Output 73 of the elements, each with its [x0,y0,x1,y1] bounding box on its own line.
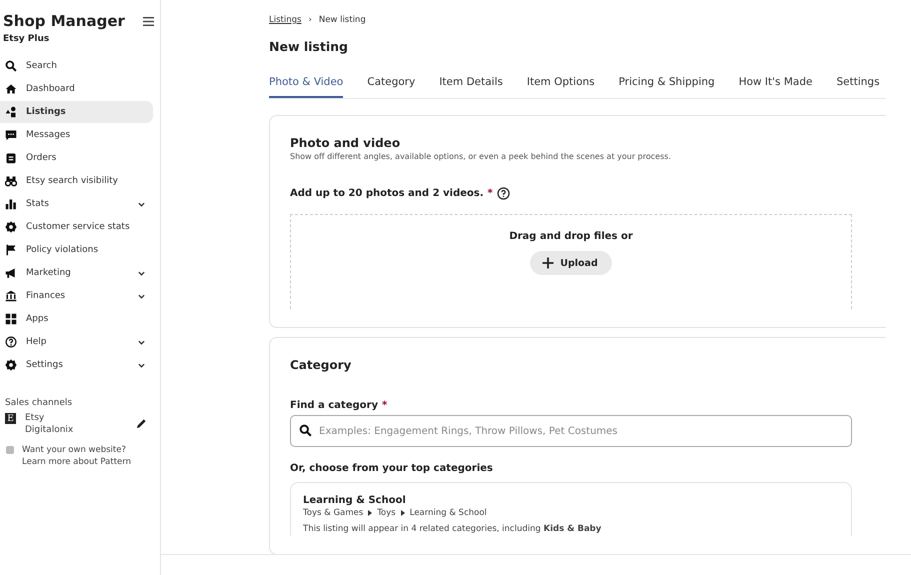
plus-icon [542,257,554,269]
sidebar-item[interactable]: Dashboard [0,78,153,100]
field-label: Or, choose from your top categories [290,463,493,474]
drop-zone-text: Drag and drop files or [509,231,633,242]
pattern-icon [6,446,14,454]
tab[interactable]: Category [367,76,416,98]
chat-icon [5,129,17,141]
sidebar-item[interactable]: Stats [0,193,153,215]
search-icon [5,60,17,72]
page-title: New listing [269,39,349,54]
sidebar-item[interactable]: Settings [0,354,153,376]
channel-logo: E [5,413,16,424]
help-icon [5,336,17,348]
app-title: Shop Manager [3,12,125,30]
suggestion-note: This listing will appear in 4 related categories, including Kids & Baby [303,524,602,534]
category-path-item: Learning & School [410,508,487,518]
category-search-field[interactable]: Examples: Engagement Rings, Throw Pillows, Pet Costumes [290,415,852,447]
sidebar-item[interactable]: Orders [0,147,153,169]
breadcrumb-current: New listing [318,15,366,25]
sidebar-item[interactable]: Search [0,55,153,77]
tab[interactable]: Pricing & Shipping [618,76,715,98]
sidebar-item[interactable]: Customer service stats [0,216,153,238]
required-mark: * [382,400,388,411]
sidebar-item[interactable]: Messages [0,124,153,146]
binoculars-icon [5,175,17,187]
required-mark: * [488,188,493,199]
breadcrumb-link[interactable]: Listings [269,15,302,25]
caret-right-icon [368,510,372,516]
tab[interactable]: Item Options [526,76,595,98]
tab[interactable]: Item Details [439,76,503,98]
plan-label: Etsy Plus [2,33,50,46]
sidebar-item[interactable]: Help [0,331,153,353]
section-title: Category [290,358,352,372]
sidebar-item[interactable]: Listings [0,101,153,123]
category-path-item: Toys [377,508,396,518]
tab[interactable]: Photo & Video [269,76,344,98]
section-title: Photo and video [290,136,402,150]
promo-text: Want your own website? [22,444,127,456]
sidebar-item[interactable]: Etsy search visibility [0,170,153,192]
category-path-item: Toys & Games [303,508,364,518]
sidebar-item[interactable]: Marketing [0,262,153,284]
grid-icon [5,313,17,325]
sidebar-item[interactable]: Apps [0,308,153,330]
flag-icon [5,244,17,256]
tab[interactable]: Settings [836,76,880,98]
megaphone-icon [5,267,17,279]
drop-zone[interactable]: Drag and drop files or Upload [290,214,852,309]
field-label: Add up to 20 photos and 2 videos. [290,188,484,199]
help-icon[interactable] [496,187,510,200]
search-icon [299,424,312,437]
pencil-icon[interactable] [136,418,147,429]
field-label: Find a category [290,400,378,411]
gear-icon [5,221,17,233]
tab[interactable]: How It's Made [738,76,812,98]
promo-link[interactable]: Learn more about Pattern [22,456,131,468]
sidebar-item[interactable]: Finances [0,285,153,307]
menu-icon[interactable] [143,16,154,26]
shop-name: Digitalonix [25,424,74,436]
bank-icon [5,290,17,302]
channel-name: Etsy [25,412,46,424]
bar-chart-icon [5,198,17,210]
caret-right-icon [400,510,405,516]
shapes-icon [5,106,17,118]
house-icon [5,83,17,95]
section-description: Show off different angles, available options, or even a peek behind the scenes at your process. [290,152,672,161]
sidebar-item[interactable]: Policy violations [0,239,153,261]
upload-button[interactable]: Upload [530,251,612,275]
suggestion-title: Learning & School [303,495,407,506]
clipboard-icon [5,152,17,164]
gear-icon [5,359,17,371]
category-suggestion-card[interactable]: Learning & School Toys & Games Toys Learning & School This listing will appear in 4 related categories, including Kids & Baby [290,482,852,536]
section-heading: Sales channels [4,397,74,410]
breadcrumb-separator: › [308,15,312,25]
